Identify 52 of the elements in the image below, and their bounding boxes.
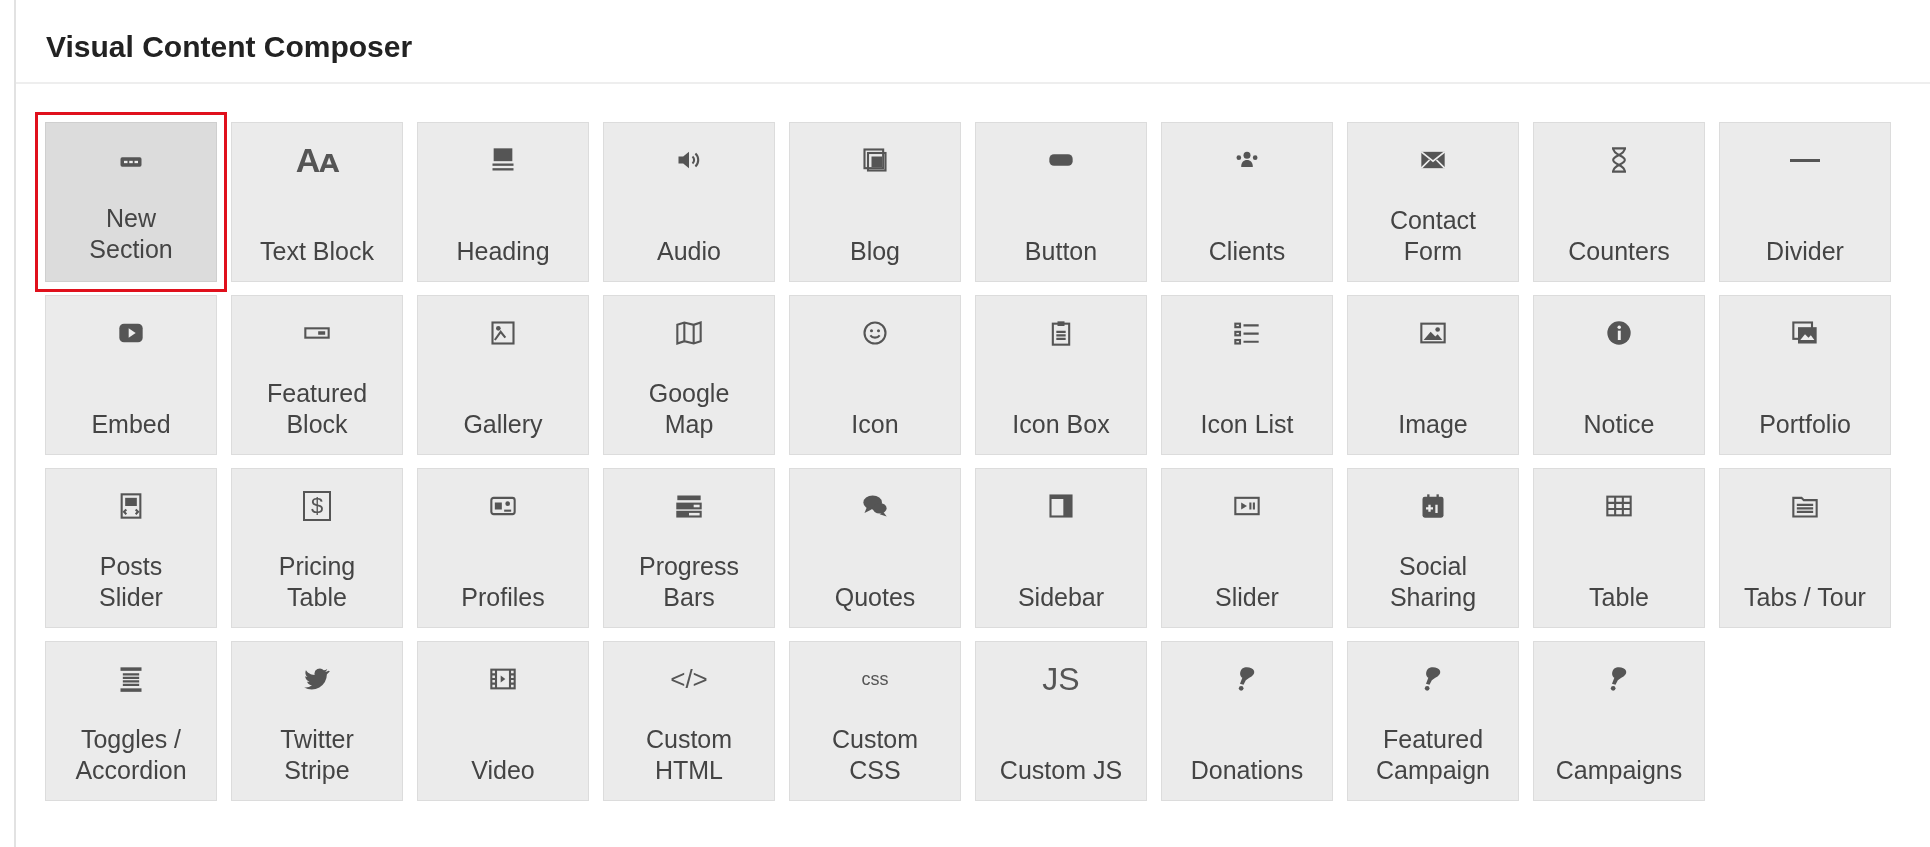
element-tile[interactable]: Progress Bars bbox=[603, 468, 775, 628]
glyph-icon: css bbox=[861, 670, 889, 688]
element-tile[interactable]: Icon bbox=[789, 295, 961, 455]
element-tile[interactable]: Google Map bbox=[603, 295, 775, 455]
element-tile[interactable]: Contact Form bbox=[1347, 122, 1519, 282]
element-tile[interactable]: Embed bbox=[45, 295, 217, 455]
smiley-icon bbox=[861, 319, 889, 347]
element-tile[interactable]: Portfolio bbox=[1719, 295, 1891, 455]
element-tile[interactable]: Heading bbox=[417, 122, 589, 282]
element-tile[interactable]: Slider bbox=[1161, 468, 1333, 628]
stacked-images-icon bbox=[1791, 319, 1819, 347]
element-tile[interactable]: Profiles bbox=[417, 468, 589, 628]
element-tile[interactable]: Table bbox=[1533, 468, 1705, 628]
element-tile[interactable]: JS Custom JS bbox=[975, 641, 1147, 801]
element-tile[interactable]: Counters bbox=[1533, 122, 1705, 282]
element-tile[interactable]: Toggles / Accordion bbox=[45, 641, 217, 801]
glyph-icon: $ bbox=[302, 491, 332, 521]
element-tile[interactable]: Featured Campaign bbox=[1347, 641, 1519, 801]
element-tile[interactable]: Quotes bbox=[789, 468, 961, 628]
sidebar-window-icon bbox=[1047, 492, 1075, 520]
element-tile[interactable]: $ Pricing Table bbox=[231, 468, 403, 628]
element-tile[interactable]: Twitter Stripe bbox=[231, 641, 403, 801]
element-tile[interactable]: Featured Block bbox=[231, 295, 403, 455]
element-tile[interactable]: Gallery bbox=[417, 295, 589, 455]
panel-title: Visual Content Composer bbox=[46, 30, 414, 64]
element-tile[interactable]: Audio bbox=[603, 122, 775, 282]
map-icon bbox=[675, 319, 703, 347]
element-tile[interactable]: Aᴀ Text Block bbox=[231, 122, 403, 282]
element-tile[interactable]: </> Custom HTML bbox=[603, 641, 775, 801]
element-tile[interactable]: Image bbox=[1347, 295, 1519, 455]
element-tile[interactable]: Campaigns bbox=[1533, 641, 1705, 801]
element-tile[interactable]: Video bbox=[417, 641, 589, 801]
glyph-icon: JS bbox=[1042, 663, 1080, 695]
element-tile[interactable]: Donations bbox=[1161, 641, 1333, 801]
element-tile[interactable]: Button bbox=[975, 122, 1147, 282]
element-tile[interactable]: Clients bbox=[1161, 122, 1333, 282]
element-tile[interactable]: Blog bbox=[789, 122, 961, 282]
glyph-icon: Aᴀ bbox=[295, 143, 339, 177]
stacked-pages-icon bbox=[861, 146, 889, 174]
element-tile[interactable]: Notice bbox=[1533, 295, 1705, 455]
line-icon bbox=[1790, 158, 1820, 162]
element-tile[interactable]: New Section bbox=[35, 112, 227, 292]
element-tile[interactable]: Tabs / Tour bbox=[1719, 468, 1891, 628]
element-tile[interactable]: css Custom CSS bbox=[789, 641, 961, 801]
glyph-icon: </> bbox=[670, 666, 708, 692]
element-tile[interactable]: Social Sharing bbox=[1347, 468, 1519, 628]
element-tile[interactable]: Divider bbox=[1719, 122, 1891, 282]
element-tile[interactable]: Sidebar bbox=[975, 468, 1147, 628]
element-tile[interactable]: Icon List bbox=[1161, 295, 1333, 455]
info-icon bbox=[1605, 319, 1633, 347]
element-tile[interactable]: Icon Box bbox=[975, 295, 1147, 455]
element-tile[interactable]: Posts Slider bbox=[45, 468, 217, 628]
